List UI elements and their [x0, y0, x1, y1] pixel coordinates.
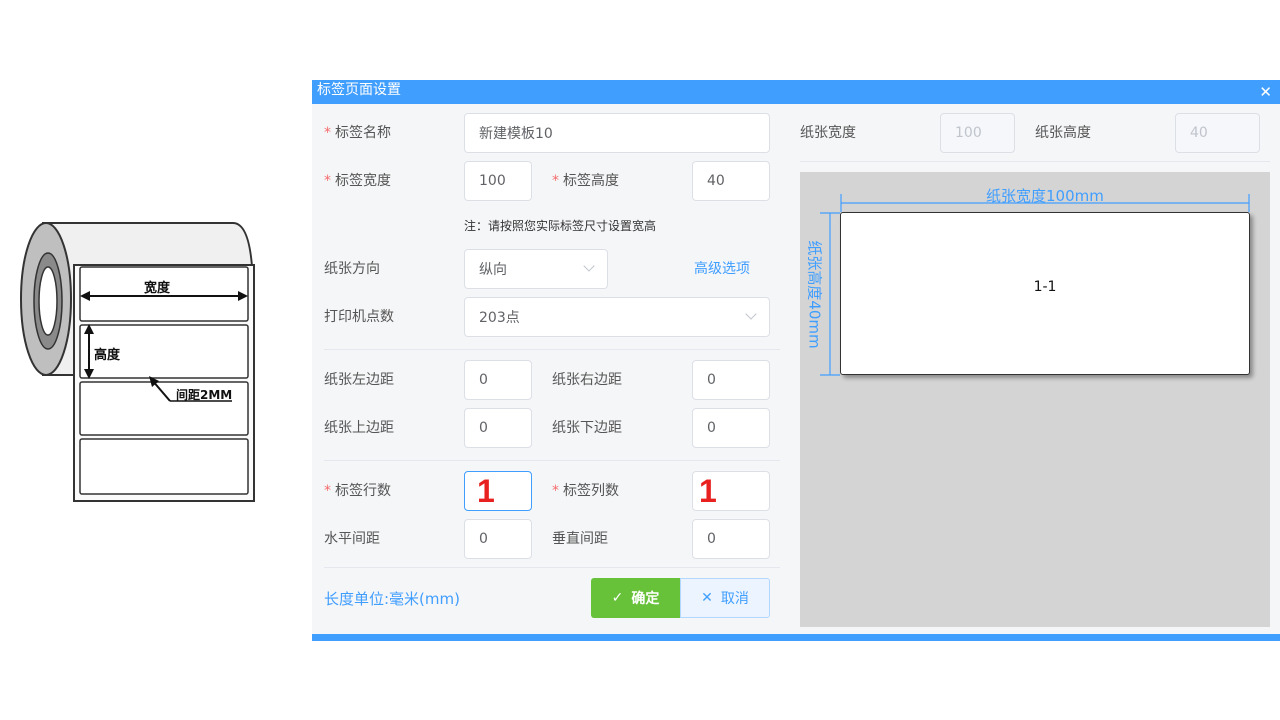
label-height-label: * 标签高度	[552, 171, 619, 191]
label-width-input[interactable]: 100	[464, 161, 532, 201]
printer-dpi-select[interactable]: 203点	[464, 297, 770, 337]
paper-bottom-margin-input[interactable]: 0	[692, 408, 770, 448]
cancel-label: 取消	[720, 591, 749, 607]
paper-top-margin-label: 纸张上边距	[324, 420, 394, 436]
paper-width-label: 纸张宽度	[800, 125, 856, 141]
label-height-text: 标签高度	[563, 173, 619, 189]
advanced-options-link[interactable]: 高级选项	[694, 259, 750, 279]
illustration-width-label: 宽度	[144, 281, 171, 296]
divider	[324, 567, 780, 568]
dialog-bottom-bar	[312, 634, 1280, 641]
label-rows-value: 1	[477, 473, 495, 509]
paper-direction-select[interactable]: 纵向	[464, 249, 608, 289]
required-icon: *	[324, 173, 331, 189]
preview-paper[interactable]: 1-1	[840, 212, 1250, 375]
preview-height-dimension: 纸张高度40mm	[805, 240, 824, 349]
label-width-text: 标签宽度	[335, 173, 391, 189]
preview-cell-label: 1-1	[1033, 279, 1057, 295]
printer-dpi-value: 203点	[479, 310, 520, 326]
label-roll-illustration	[20, 222, 255, 502]
paper-direction-value: 纵向	[479, 262, 507, 278]
printer-dpi-label: 打印机点数	[324, 309, 394, 325]
required-icon: *	[324, 483, 331, 499]
chevron-down-icon	[745, 308, 757, 320]
divider	[324, 460, 780, 461]
check-icon: ✓	[611, 590, 624, 606]
vertical-gap-input[interactable]: 0	[692, 519, 770, 559]
divider	[800, 161, 1270, 162]
paper-right-margin-input[interactable]: 0	[692, 360, 770, 400]
size-note: 注：请按照您实际标签尺寸设置宽高	[464, 219, 657, 233]
label-rows-label: * 标签行数	[324, 481, 391, 501]
vertical-gap-label: 垂直间距	[552, 531, 608, 547]
dialog-titlebar: 标签页面设置 ✕	[312, 80, 1280, 104]
label-preview: 纸张宽度100mm 纸张高度40mm 1-1	[800, 172, 1270, 627]
preview-width-dimension: 纸张宽度100mm	[986, 187, 1104, 205]
paper-right-margin-label: 纸张右边距	[552, 372, 622, 388]
paper-direction-label: 纸张方向	[324, 261, 380, 277]
dialog-title: 标签页面设置	[317, 82, 401, 98]
label-rows-input[interactable]	[464, 471, 532, 511]
label-cols-value: 1	[699, 473, 717, 509]
divider	[324, 349, 780, 350]
label-rows-text: 标签行数	[335, 483, 391, 499]
close-icon[interactable]: ✕	[1259, 83, 1272, 101]
paper-height-label: 纸张高度	[1035, 125, 1091, 141]
cancel-button[interactable]: ✕ 取消	[680, 578, 770, 618]
label-width-label: * 标签宽度	[324, 171, 391, 191]
illustration-gap-label: 间距2MM	[176, 388, 233, 402]
label-cols-text: 标签列数	[563, 483, 619, 499]
label-page-settings-dialog: 标签页面设置 ✕ * 标签名称 新建模板10 * 标签宽度 100 * 标签高度 40…	[312, 80, 1280, 641]
paper-bottom-margin-label: 纸张下边距	[552, 420, 622, 436]
close-icon: ✕	[701, 590, 713, 606]
paper-height-input[interactable]: 40	[1175, 113, 1260, 153]
label-height-input[interactable]: 40	[692, 161, 770, 201]
required-icon: *	[324, 125, 331, 141]
illustration-height-label: 高度	[94, 348, 121, 363]
unit-text: 长度单位:毫米(mm)	[324, 590, 460, 608]
paper-width-input[interactable]: 100	[940, 113, 1015, 153]
confirm-button[interactable]: ✓ 确定	[591, 578, 680, 618]
required-icon: *	[552, 483, 559, 499]
horizontal-gap-input[interactable]: 0	[464, 519, 532, 559]
label-name-text: 标签名称	[335, 125, 391, 141]
horizontal-gap-label: 水平间距	[324, 531, 380, 547]
label-cols-label: * 标签列数	[552, 481, 619, 501]
paper-left-margin-input[interactable]: 0	[464, 360, 532, 400]
confirm-label: 确定	[631, 591, 660, 607]
paper-top-margin-input[interactable]: 0	[464, 408, 532, 448]
chevron-down-icon	[583, 260, 595, 272]
label-name-label: * 标签名称	[324, 123, 391, 143]
paper-left-margin-label: 纸张左边距	[324, 372, 394, 388]
label-name-input[interactable]: 新建模板10	[464, 113, 770, 153]
required-icon: *	[552, 173, 559, 189]
